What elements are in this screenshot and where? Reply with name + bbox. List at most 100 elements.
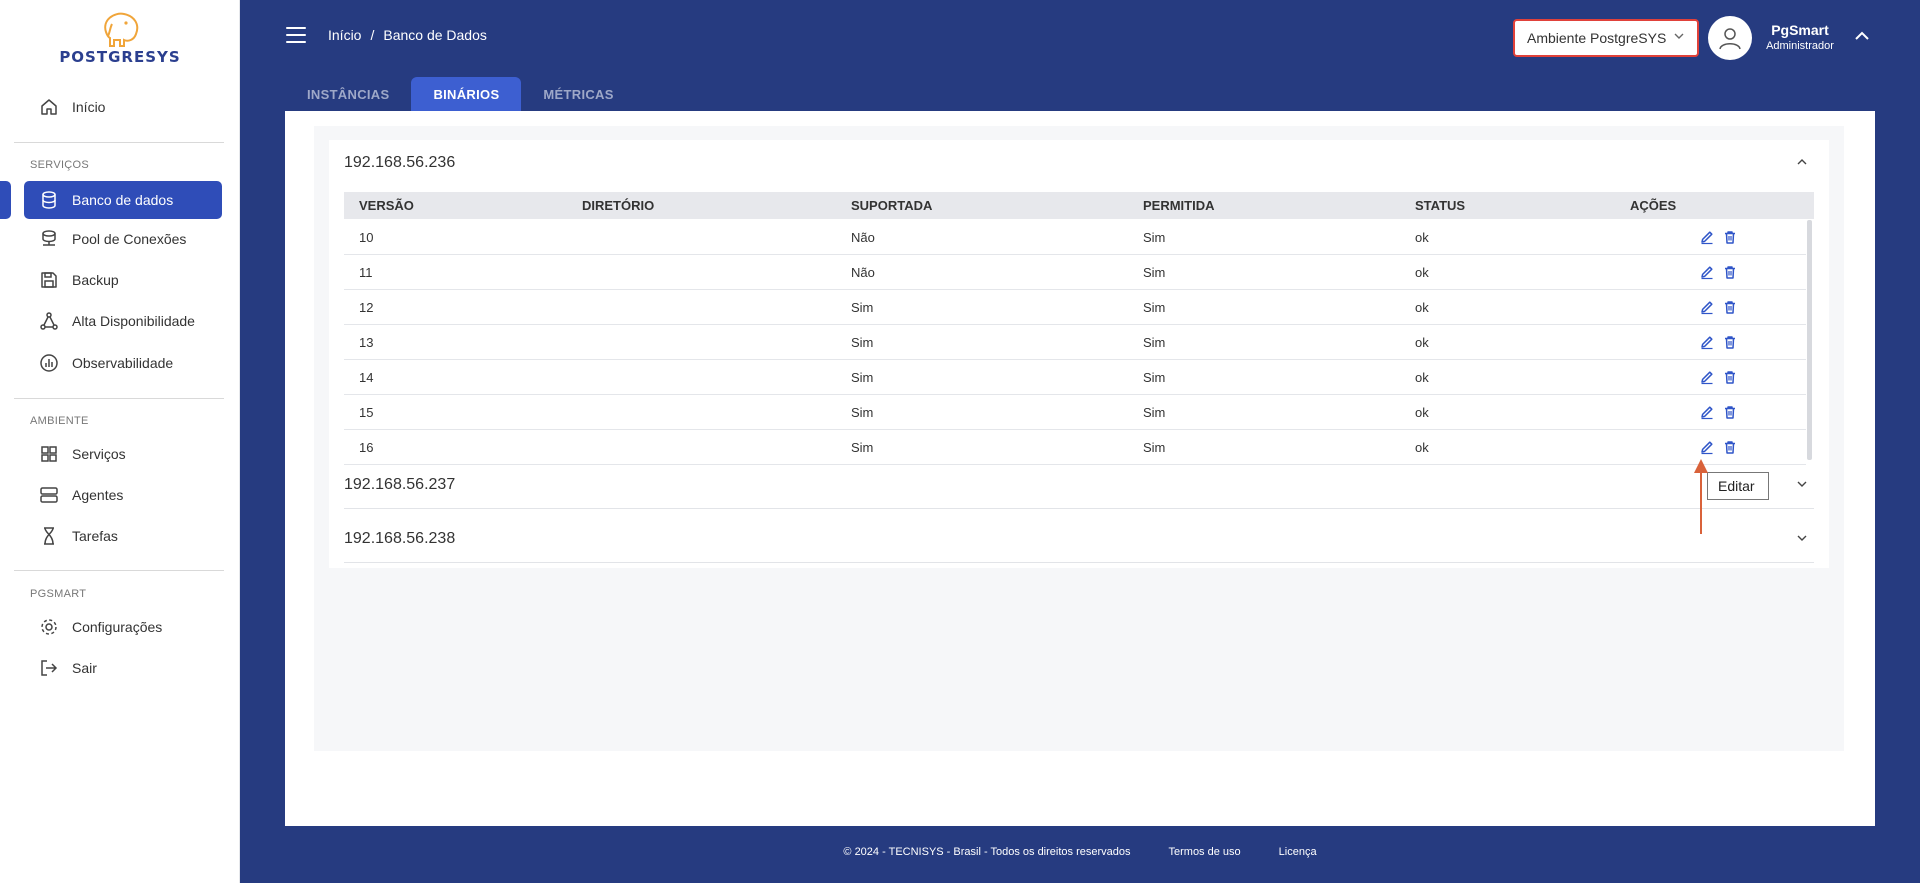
- server-icon: [38, 484, 60, 506]
- pencil-icon[interactable]: [1699, 299, 1715, 315]
- sidebar-item-observabilidade[interactable]: Observabilidade: [24, 344, 222, 382]
- sidebar-item-label: Banco de dados: [72, 192, 174, 208]
- table-row: 13 Sim Sim ok: [344, 325, 1806, 360]
- chevron-down-icon: [1674, 33, 1684, 39]
- cell-versao: 12: [359, 300, 374, 315]
- user-role: Administrador: [1766, 40, 1834, 52]
- accordion-header-host-3[interactable]: 192.168.56.238: [344, 516, 1814, 562]
- tab-binarios[interactable]: BINÁRIOS: [411, 77, 522, 111]
- cell-permitida: Sim: [1143, 440, 1166, 455]
- column-header-permitida: PERMITIDA: [1143, 198, 1215, 213]
- footer-license-link[interactable]: Licença: [1279, 846, 1317, 862]
- server-stack-icon: [38, 228, 60, 250]
- avatar[interactable]: [1708, 16, 1752, 60]
- pencil-icon[interactable]: [1699, 369, 1715, 385]
- chevron-up-icon: [1797, 159, 1807, 165]
- cell-suportada: Não: [851, 265, 875, 280]
- logo-text: POSTGRESYS: [59, 48, 181, 66]
- sidebar-item-alta-disponibilidade[interactable]: Alta Disponibilidade: [24, 302, 222, 340]
- sidebar-item-agentes[interactable]: Agentes: [24, 476, 222, 514]
- cell-versao: 15: [359, 405, 374, 420]
- pencil-icon[interactable]: [1699, 264, 1715, 280]
- trash-icon[interactable]: [1722, 264, 1738, 280]
- tab-instancias[interactable]: INSTÂNCIAS: [285, 77, 411, 111]
- sidebar-item-configuracoes[interactable]: Configurações: [24, 608, 222, 646]
- postgresys-logo[interactable]: POSTGRESYS: [40, 10, 200, 66]
- cell-suportada: Sim: [851, 335, 874, 350]
- cell-versao: 16: [359, 440, 374, 455]
- triangle-nodes-icon: [38, 310, 60, 332]
- accordion-header-host-2[interactable]: 192.168.56.237: [344, 462, 1814, 508]
- database-icon: [38, 189, 60, 211]
- divider: [14, 142, 224, 143]
- host-label: 192.168.56.238: [344, 530, 456, 547]
- sidebar-item-label: Agentes: [72, 487, 124, 503]
- breadcrumb-separator: /: [370, 27, 375, 43]
- divider: [344, 508, 1814, 509]
- sidebar-item-label: Configurações: [72, 619, 163, 635]
- content-inner: 192.168.56.236 VERSÃO DIRETÓRIO SUPORTAD…: [314, 126, 1844, 751]
- sidebar-item-label: Início: [72, 99, 106, 115]
- breadcrumb-home[interactable]: Início: [328, 27, 361, 43]
- trash-icon[interactable]: [1722, 404, 1738, 420]
- section-label-ambiente: AMBIENTE: [30, 415, 89, 427]
- sidebar-item-tarefas[interactable]: Tarefas: [24, 517, 222, 555]
- chevron-down-icon: [1797, 481, 1807, 487]
- table-scrollbar[interactable]: [1807, 220, 1812, 460]
- table-row: 10 Não Sim ok: [344, 220, 1806, 255]
- trash-icon[interactable]: [1722, 229, 1738, 245]
- column-header-diretorio: DIRETÓRIO: [582, 198, 655, 213]
- cell-permitida: Sim: [1143, 405, 1166, 420]
- pencil-icon[interactable]: [1699, 404, 1715, 420]
- pencil-icon[interactable]: [1699, 439, 1715, 455]
- sidebar-item-servicos[interactable]: Serviços: [24, 435, 222, 473]
- cell-versao: 14: [359, 370, 374, 385]
- annotation-arrow-head: [1694, 459, 1708, 473]
- sidebar-item-banco-de-dados[interactable]: Banco de dados: [24, 181, 222, 219]
- cell-permitida: Sim: [1143, 370, 1166, 385]
- pencil-icon[interactable]: [1699, 334, 1715, 350]
- trash-icon[interactable]: [1722, 439, 1738, 455]
- cell-permitida: Sim: [1143, 265, 1166, 280]
- cell-status: ok: [1415, 440, 1429, 455]
- sidebar-item-sair[interactable]: Sair: [24, 649, 222, 687]
- cell-permitida: Sim: [1143, 335, 1166, 350]
- trash-icon[interactable]: [1722, 334, 1738, 350]
- user-name: PgSmart: [1771, 22, 1829, 38]
- sidebar-item-label: Tarefas: [72, 528, 118, 544]
- trash-icon[interactable]: [1722, 369, 1738, 385]
- topbar: Início / Banco de Dados: [286, 27, 487, 43]
- cell-status: ok: [1415, 300, 1429, 315]
- cell-suportada: Sim: [851, 440, 874, 455]
- cell-suportada: Não: [851, 230, 875, 245]
- column-header-versao: VERSÃO: [359, 198, 414, 213]
- chevron-up-icon[interactable]: [1854, 30, 1870, 42]
- accordion-header-host-1[interactable]: 192.168.56.236: [344, 140, 1814, 186]
- sidebar-item-label: Serviços: [72, 446, 126, 462]
- sidebar-item-pool-de-conexoes[interactable]: Pool de Conexões: [24, 220, 222, 258]
- hosts-accordion: 192.168.56.236 VERSÃO DIRETÓRIO SUPORTAD…: [329, 140, 1829, 568]
- sidebar-item-backup[interactable]: Backup: [24, 261, 222, 299]
- pencil-icon[interactable]: [1699, 229, 1715, 245]
- table-row: 14 Sim Sim ok: [344, 360, 1806, 395]
- tab-bar: INSTÂNCIAS BINÁRIOS MÉTRICAS: [285, 77, 636, 111]
- sidebar-item-label: Pool de Conexões: [72, 231, 187, 247]
- gear-icon: [38, 616, 60, 638]
- cell-permitida: Sim: [1143, 230, 1166, 245]
- user-icon: [1719, 28, 1741, 50]
- edit-tooltip: Editar: [1707, 472, 1769, 500]
- cell-versao: 10: [359, 230, 374, 245]
- sidebar: POSTGRESYS Início SERVIÇOS Banco de dado…: [0, 0, 240, 883]
- environment-select[interactable]: Ambiente PostgreSYS: [1513, 19, 1699, 57]
- elephant-icon: [104, 12, 139, 47]
- section-label-pgsmart: PGSMART: [30, 588, 87, 600]
- chart-circle-icon: [38, 352, 60, 374]
- menu-icon[interactable]: [286, 27, 306, 43]
- tab-metricas[interactable]: MÉTRICAS: [521, 77, 635, 111]
- footer-terms-link[interactable]: Termos de uso: [1169, 846, 1241, 862]
- chevron-down-icon: [1797, 535, 1807, 541]
- trash-icon[interactable]: [1722, 299, 1738, 315]
- content-card: 192.168.56.236 VERSÃO DIRETÓRIO SUPORTAD…: [285, 111, 1875, 826]
- sidebar-item-home[interactable]: Início: [24, 88, 222, 126]
- cell-suportada: Sim: [851, 370, 874, 385]
